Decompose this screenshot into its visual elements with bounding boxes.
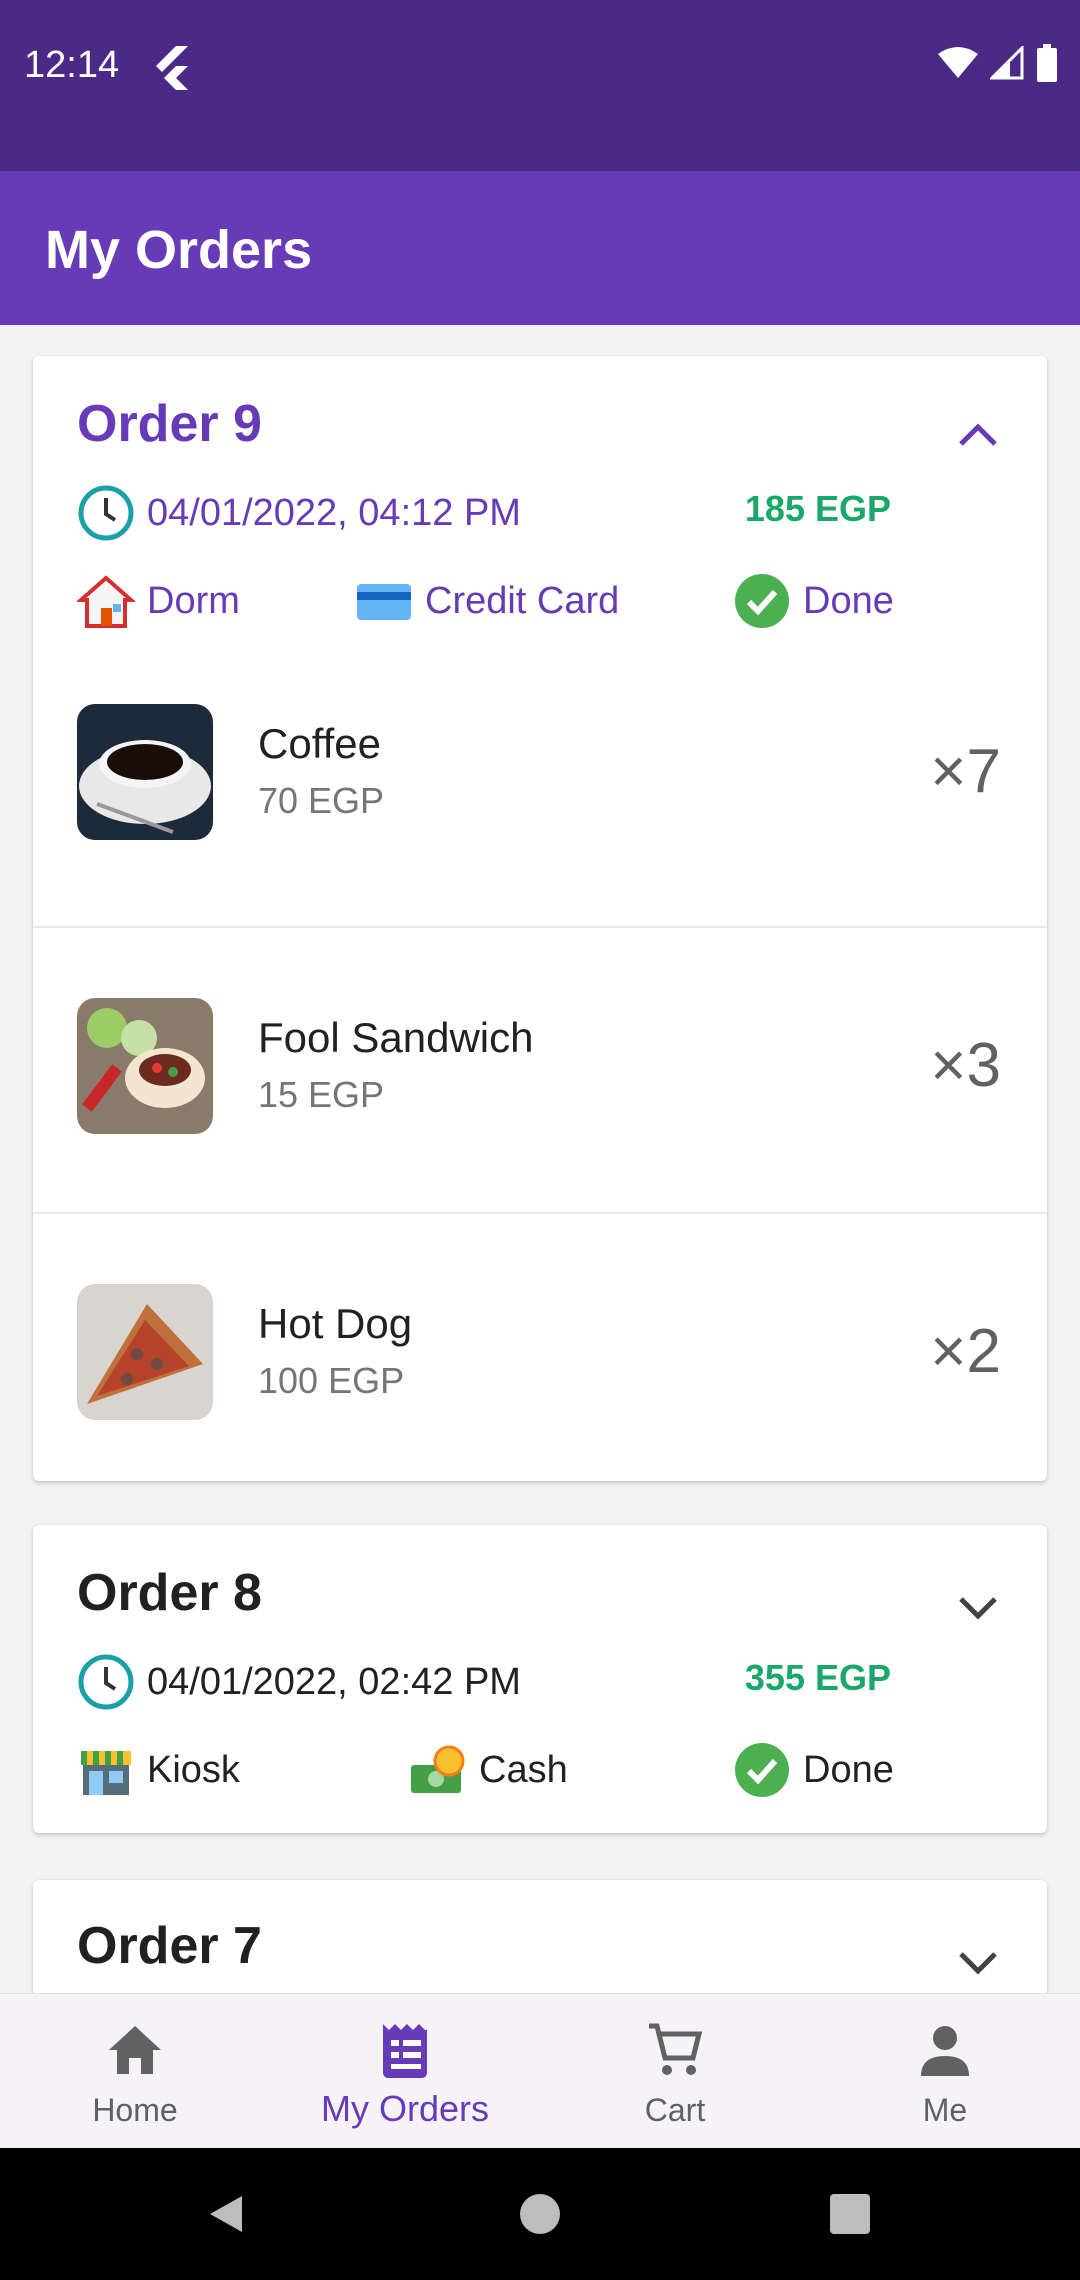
order-item[interactable]: Coffee 70 EGP ×7 [33, 656, 1047, 926]
order-card: Order 7 [33, 1880, 1047, 1993]
cart-icon [649, 2023, 703, 2075]
order-item[interactable]: Hot Dog 100 EGP ×2 [33, 1212, 1047, 1480]
chevron-up-icon[interactable] [953, 414, 1003, 454]
item-price: 100 EGP [258, 1360, 405, 1401]
check-circle-icon [735, 574, 789, 628]
order-header[interactable]: Order 8 04/01/2022, 02:42 PM 355 EGP Kio… [33, 1525, 1047, 1833]
app-bar: My Orders [0, 171, 1080, 325]
order-item[interactable]: Fool Sandwich 15 EGP ×3 [33, 926, 1047, 1212]
order-title: Order 9 [77, 395, 262, 453]
order-title: Order 7 [77, 1917, 262, 1975]
home-circle-icon[interactable] [518, 2192, 562, 2236]
order-location: Dorm [147, 579, 240, 622]
orders-list[interactable]: Order 9 04/01/2022, 04:12 PM 185 EGP Dor… [0, 325, 1080, 1993]
recents-icon[interactable] [828, 2192, 872, 2236]
order-total: 355 EGP [744, 1657, 891, 1698]
system-navigation-bar [0, 2148, 1080, 2280]
item-quantity: ×7 [930, 737, 1001, 806]
order-card: Order 8 04/01/2022, 02:42 PM 355 EGP Kio… [33, 1525, 1047, 1833]
nav-me[interactable]: Me [810, 1994, 1080, 2149]
chevron-down-icon[interactable] [953, 1587, 1003, 1627]
hot-dog-image [77, 1284, 213, 1420]
bottom-navigation: Home My Orders Cart Me [0, 1993, 1080, 2148]
order-total: 185 EGP [744, 488, 891, 529]
order-header[interactable]: Order 9 04/01/2022, 04:12 PM 185 EGP Dor… [33, 356, 1047, 656]
item-name: Fool Sandwich [258, 1014, 534, 1061]
clock-icon [78, 485, 134, 541]
item-name: Hot Dog [258, 1300, 413, 1347]
signal-icon [990, 46, 1024, 80]
wifi-icon [938, 47, 978, 78]
coffee-image [77, 704, 213, 840]
order-payment: Credit Card [425, 579, 620, 622]
item-quantity: ×2 [930, 1317, 1001, 1386]
nav-label: Cart [644, 2092, 706, 2128]
flutter-icon [150, 44, 190, 95]
back-icon[interactable] [204, 2192, 248, 2236]
order-items: Coffee 70 EGP ×7 Fool Sandwich 15 EGP ×3… [33, 656, 1047, 1480]
status-time: 12:14 [24, 44, 120, 86]
order-title: Order 8 [77, 1564, 262, 1622]
order-location: Kiosk [147, 1748, 240, 1791]
item-quantity: ×3 [930, 1031, 1001, 1100]
order-datetime: 04/01/2022, 02:42 PM [147, 1660, 521, 1703]
page-title: My Orders [45, 220, 313, 280]
status-bar: 12:14 [0, 0, 1080, 171]
order-datetime: 04/01/2022, 04:12 PM [147, 491, 521, 534]
home-icon [109, 2026, 161, 2074]
nav-cart[interactable]: Cart [540, 1994, 810, 2149]
cash-icon [411, 1745, 465, 1793]
house-icon [77, 575, 135, 628]
nav-my-orders[interactable]: My Orders [270, 1994, 540, 2149]
item-price: 15 EGP [258, 1074, 385, 1115]
check-circle-icon [735, 1743, 789, 1797]
item-name: Coffee [258, 720, 381, 767]
kiosk-icon [81, 1751, 131, 1795]
order-card: Order 9 04/01/2022, 04:12 PM 185 EGP Dor… [33, 356, 1047, 1481]
nav-home[interactable]: Home [0, 1994, 270, 2149]
order-status: Done [803, 579, 894, 622]
item-price: 70 EGP [258, 780, 385, 821]
nav-label: My Orders [320, 2088, 489, 2129]
person-icon [921, 2026, 969, 2076]
nav-label: Home [92, 2092, 178, 2128]
fool-sandwich-image [77, 998, 213, 1134]
chevron-down-icon[interactable] [953, 1942, 1003, 1982]
order-header[interactable]: Order 7 [33, 1880, 1047, 1993]
credit-card-icon [357, 584, 411, 620]
receipt-icon [383, 2024, 427, 2078]
battery-icon [1037, 44, 1057, 82]
order-status: Done [803, 1748, 894, 1791]
clock-icon [78, 1654, 134, 1710]
nav-label: Me [922, 2092, 968, 2128]
order-payment: Cash [479, 1748, 568, 1791]
